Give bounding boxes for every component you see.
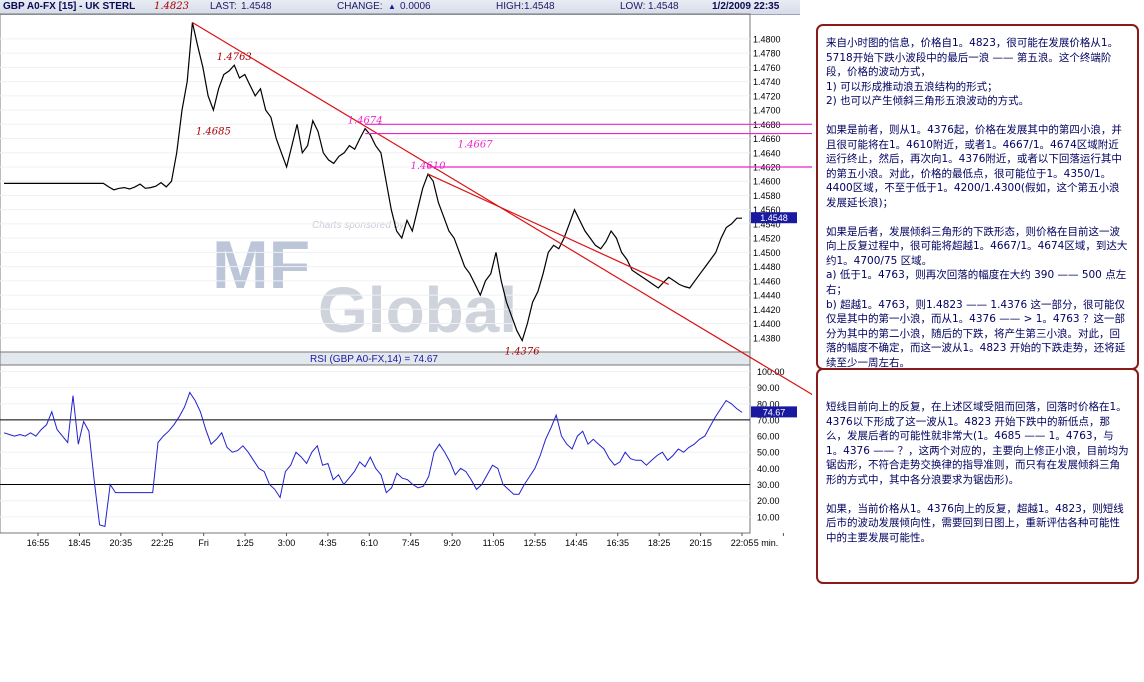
note-paragraph: 短线目前向上的反复，在上述区域受阻而回落，回落时价格在1。4376以下形成了这一… — [826, 401, 1129, 486]
rsi-tick-label: 90.00 — [757, 383, 780, 393]
price-annotation-label: 1.4610 — [410, 161, 446, 172]
x-tick-label: 11:05 — [483, 538, 505, 548]
stock-chart: Charts sponsored by MF Global 1.4800 1.47… — [0, 13, 812, 548]
analysis-note-secondary: 短线目前向上的反复，在上述区域受阻而回落，回落时价格在1。4376以下形成了这一… — [816, 368, 1139, 584]
price-tick-label: 1.4720 — [753, 91, 781, 101]
price-tick-label: 1.4380 — [753, 333, 781, 343]
last-rsi-tag-text: 74.67 — [763, 407, 786, 417]
price-tick-label: 1.4480 — [753, 262, 781, 272]
x-tick-label: 14:45 — [565, 538, 588, 548]
rsi-series-line — [3, 391, 743, 528]
price-tick-label: 1.4520 — [753, 234, 781, 244]
x-tick-label: 3:00 — [278, 538, 296, 548]
note-paragraph: 来自小时图的信息，价格自1。4823，很可能在发展价格从1。5718开始下跌小波… — [826, 37, 1119, 79]
price-y-axis: 1.4800 1.4780 1.4760 1.4740 1.4720 1.4700 1.46… — [753, 34, 781, 343]
note-paragraph: 如果是后者，发展倾斜三角形的下跌形态，则价格在目前这一波向上反复过程中，很可能将… — [826, 225, 1128, 267]
x-tick-label: 18:45 — [68, 538, 91, 548]
price-tick-label: 1.4600 — [753, 177, 781, 187]
price-annotation-label: 1.4685 — [196, 127, 231, 138]
x-tick-label: 16:55 — [27, 538, 50, 548]
rsi-panel-frame — [0, 364, 751, 534]
rsi-tick-label: 50.00 — [757, 448, 780, 458]
price-tick-label: 1.4580 — [753, 191, 781, 201]
price-annotation-label: 1.4667 — [458, 140, 494, 151]
downtrend-line — [427, 173, 669, 285]
price-tick-label: 1.4700 — [753, 106, 781, 116]
rsi-tick-label: 20.00 — [757, 496, 780, 506]
time-x-axis: 16:55 18:45 20:35 22:25 Fri 1:25 3:00 4:35 6:10 7… — [27, 533, 784, 548]
rsi-title: RSI (GBP A0-FX,14) = 74.67 — [310, 354, 438, 365]
rsi-y-axis: 100.0090.0080.0070.0060.0050.0040.0030.0… — [757, 367, 785, 522]
x-tick-label: 16:35 — [606, 538, 629, 548]
note-paragraph: 如果是前者，则从1。4376起，价格在发展其中的第四小浪，并且很可能将在1。46… — [826, 123, 1122, 209]
price-tick-label: 1.4760 — [753, 63, 781, 73]
x-tick-label: 20:35 — [110, 538, 133, 548]
x-tick-label: 20:15 — [689, 538, 712, 548]
last-rsi-tag: 74.67 — [751, 406, 797, 418]
rsi-tick-label: 10.00 — [757, 512, 780, 522]
note-paragraph-gap — [826, 488, 1129, 502]
last-price-tag-text: 1.4548 — [760, 213, 788, 223]
price-tick-label: 1.4660 — [753, 134, 781, 144]
note-paragraph-gap — [826, 211, 1129, 225]
x-tick-label: 7:45 — [402, 538, 420, 548]
last-price-tag: 1.4548 — [751, 212, 797, 224]
price-tick-label: 1.4640 — [753, 148, 781, 158]
x-tick-label: 22:25 — [151, 538, 174, 548]
price-tick-label: 1.4420 — [753, 305, 781, 315]
price-annotation-label: 1.4674 — [348, 116, 383, 127]
x-tick-label: 4:35 — [319, 538, 337, 548]
rsi-tick-label: 40.00 — [757, 464, 780, 474]
x-tick-label: 22:05 — [731, 538, 754, 548]
x-tick-label: 12:55 — [524, 538, 547, 548]
rsi-tick-label: 30.00 — [757, 480, 780, 490]
price-tick-label: 1.4780 — [753, 49, 781, 59]
price-tick-label: 1.4740 — [753, 77, 781, 87]
price-tick-label: 1.4440 — [753, 291, 781, 301]
x-tick-label: 5 min. — [754, 538, 779, 548]
watermark-logo-global: Global — [318, 274, 517, 346]
price-annotation-label: 1.4763 — [217, 52, 252, 63]
note-paragraph: 如果，当前价格从1。4376向上的反复，超越1。4823，则短线后市的波动发展倾… — [826, 502, 1124, 544]
price-tick-label: 1.4500 — [753, 248, 781, 258]
x-tick-label: 18:25 — [648, 538, 671, 548]
rsi-tick-label: 60.00 — [757, 432, 780, 442]
note-paragraph: a) 低于1。4763，则再次回落的幅度在大约 390 —— 500 点左右； — [826, 269, 1127, 296]
watermark-sponsor-text: Charts sponsored by — [312, 220, 405, 231]
rsi-grid — [0, 370, 750, 518]
note-paragraph: 2) 也可以产生倾斜三角形五浪波动的方式。 — [826, 95, 1030, 108]
price-tick-label: 1.4460 — [753, 276, 781, 286]
note-paragraph: b) 超越1。4763，则1.4823 —— 1.4376 这一部分，很可能仅仅… — [826, 298, 1126, 369]
note-paragraph: 1) 可以形成推动浪五浪结构的形式； — [826, 80, 998, 93]
x-tick-label: 9:20 — [443, 538, 461, 548]
analysis-note-secondary-text: 短线目前向上的反复，在上述区域受阻而回落，回落时价格在1。4376以下形成了这一… — [826, 400, 1129, 545]
x-tick-label: 1:25 — [236, 538, 254, 548]
mfglobal-watermark: Charts sponsored by MF Global — [212, 220, 517, 346]
note-paragraph-gap — [826, 109, 1129, 123]
x-tick-label: 6:10 — [361, 538, 379, 548]
price-tick-label: 1.4800 — [753, 34, 781, 44]
price-annotation-label: 1.4376 — [505, 347, 541, 358]
analysis-note-primary-text: 来自小时图的信息，价格自1。4823，很可能在发展价格从1。5718开始下跌小波… — [826, 36, 1129, 370]
analysis-note-primary: 来自小时图的信息，价格自1。4823，很可能在发展价格从1。5718开始下跌小波… — [816, 24, 1139, 370]
x-tick-label: Fri — [198, 538, 209, 548]
price-tick-label: 1.4400 — [753, 319, 781, 329]
